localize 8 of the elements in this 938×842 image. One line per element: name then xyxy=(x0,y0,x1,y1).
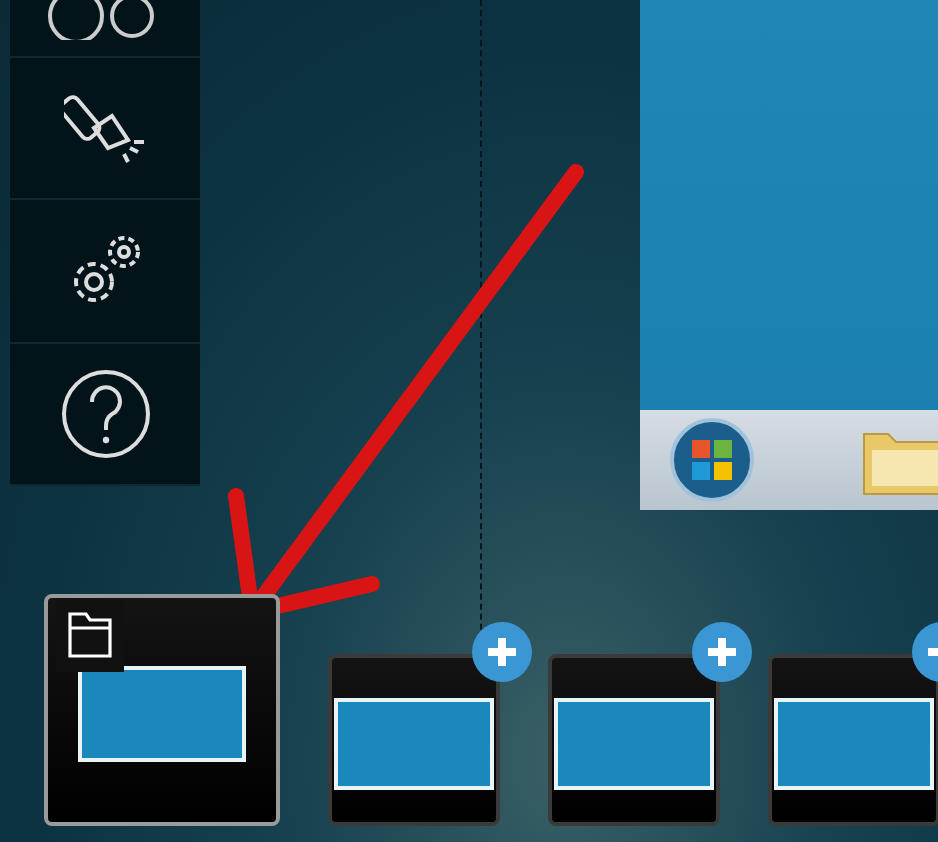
desktop-thumbnail[interactable] xyxy=(768,654,938,826)
start-orb-icon[interactable] xyxy=(668,416,756,504)
add-icon[interactable] xyxy=(692,622,752,682)
desktop-thumbnail[interactable] xyxy=(328,654,500,826)
add-icon[interactable] xyxy=(472,622,532,682)
desktop-thumbnail[interactable] xyxy=(548,654,720,826)
help-icon[interactable] xyxy=(59,367,151,460)
desktop-thumbnail[interactable] xyxy=(44,594,280,826)
